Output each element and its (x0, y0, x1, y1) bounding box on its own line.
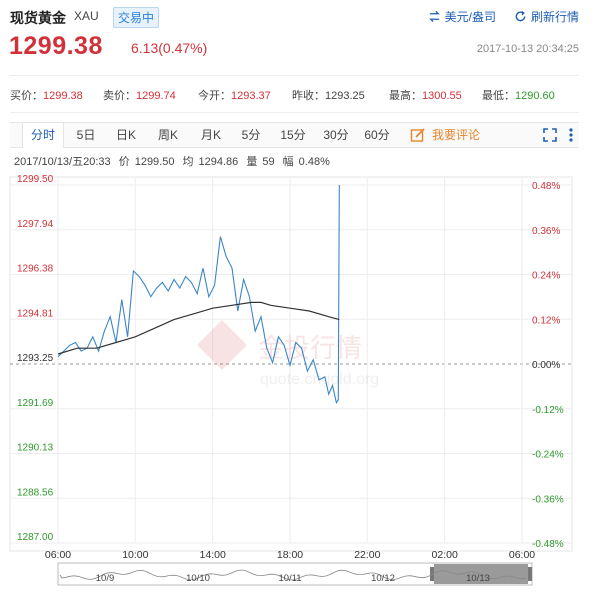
x-tick-label: 18:00 (277, 549, 303, 561)
y-tick-label-right: -0.48% (532, 539, 564, 550)
y-tick-label-right: 0.36% (532, 226, 560, 237)
watermark-logo-icon (197, 320, 247, 370)
x-tick-label: 22:00 (354, 549, 380, 561)
chart-grid (9, 176, 573, 552)
intraday-chart[interactable]: Au 金投行情 quote.cngold.org 1299.50 0.48% 129… (0, 0, 595, 592)
y-tick-label-right: -0.24% (532, 450, 564, 461)
y-tick-label-left: 1294.81 (17, 308, 54, 319)
watermark: Au 金投行情 quote.cngold.org (197, 320, 379, 388)
y-tick-label-left: 1291.69 (17, 398, 54, 409)
y-tick-label-right: 0.24% (532, 271, 560, 282)
x-tick-label: 02:00 (432, 549, 458, 561)
y-tick-label-right: -0.12% (532, 405, 564, 416)
navigator-date-label: 10/9 (96, 573, 115, 584)
y-tick-label-right: 0.12% (532, 315, 560, 326)
y-tick-label-right: -0.36% (532, 494, 564, 505)
navigator-date-label: 10/13 (466, 573, 490, 584)
y-tick-label-left: 1290.13 (17, 443, 54, 454)
navigator-date-label: 10/10 (186, 573, 210, 584)
navigator-date-label: 10/11 (278, 573, 301, 584)
y-tick-label-right: 0.48% (532, 181, 560, 192)
y-tick-label-left: 1299.50 (17, 174, 54, 185)
y-tick-label-left: 1293.25 (17, 353, 54, 364)
y-tick-label-left: 1287.00 (17, 532, 54, 543)
y-tick-label-left: 1296.38 (17, 264, 54, 275)
time-navigator[interactable]: 10/9 10/10 10/11 10/12 10/13 (57, 562, 533, 586)
watermark-logo-text: Au (214, 365, 231, 380)
x-tick-label: 14:00 (200, 549, 226, 561)
y-tick-label-right: 0.00% (532, 360, 560, 371)
y-tick-label-left: 1288.56 (17, 487, 54, 498)
x-tick-label: 06:00 (509, 549, 535, 561)
x-tick-label: 06:00 (45, 549, 71, 561)
navigator-handle-right[interactable] (528, 567, 532, 581)
y-tick-label-left: 1297.94 (17, 219, 54, 230)
navigator-date-label: 10/12 (371, 573, 395, 584)
x-tick-label: 10:00 (122, 549, 148, 561)
